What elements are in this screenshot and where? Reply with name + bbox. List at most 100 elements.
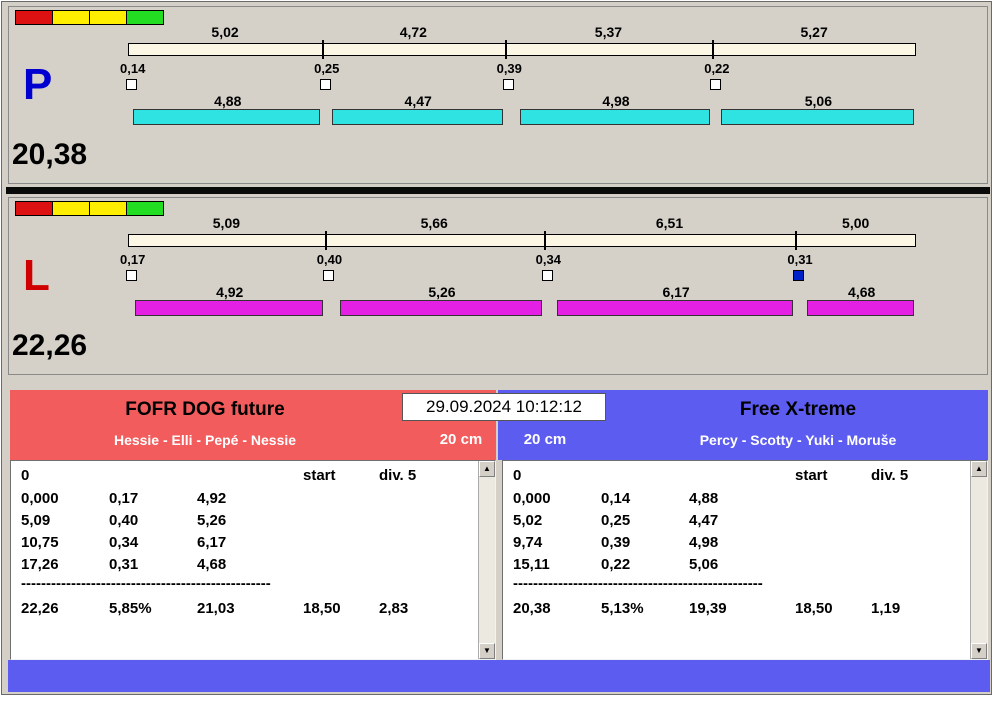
datetime-display: 29.09.2024 10:12:12 [402, 393, 606, 421]
crossover-checkbox[interactable] [320, 79, 332, 90]
bottom-strip [8, 660, 990, 692]
dog-time-bar [134, 300, 323, 316]
lane-panel-l: 5,09 5,66 6,51 5,00 0,17 0,40 0,34 0,31 4,92 5,26… [8, 197, 988, 375]
segment-time-label: 4,72 [399, 24, 427, 40]
dog-time-label: 4,98 [602, 93, 630, 109]
dog-time-bar [133, 109, 321, 125]
jump-height-badge: 20 cm [439, 431, 483, 448]
dog-time-bar [519, 109, 711, 125]
segment-time-label: 5,27 [800, 24, 828, 40]
segment-time-label: 5,66 [420, 215, 448, 231]
segment-tick [322, 40, 325, 59]
table-cell: 0,14 [601, 490, 631, 507]
scroll-up-icon[interactable]: ▲ [971, 461, 987, 477]
scroll-up-icon[interactable]: ▲ [479, 461, 495, 477]
dog-time-bar [720, 109, 914, 125]
segment-tick [324, 231, 327, 250]
table-total-cell: 5,13% [601, 600, 644, 617]
table-total-cell: 18,50 [303, 600, 341, 617]
table-cell: 4,47 [689, 512, 719, 529]
table-total-cell: 2,83 [379, 600, 409, 617]
team-dogs-line: Percy - Scotty - Yuki - Moruše [699, 432, 897, 448]
segment-time-label: 5,09 [212, 215, 241, 231]
crossover-time-label: 0,14 [120, 61, 146, 76]
table-total-cell: 18,50 [795, 600, 833, 617]
segment-tick [504, 40, 507, 59]
table-cell: 4,88 [689, 490, 719, 507]
team-name: FOFR DOG future [125, 399, 285, 420]
scroll-down-icon[interactable]: ▼ [971, 643, 987, 659]
table-cell: 5,26 [197, 512, 227, 529]
table-cell: 0,34 [109, 534, 139, 551]
table-scrollbar[interactable]: ▲ ▼ [970, 461, 987, 659]
table-cell: 5,06 [689, 556, 719, 573]
total-time-bar [128, 43, 916, 56]
segment-time-label: 5,02 [211, 24, 239, 40]
crossover-checkbox[interactable] [502, 79, 514, 90]
dog-time-bar [556, 300, 794, 316]
lane-total-time: 20,38 [12, 138, 88, 171]
dog-time-bar [331, 109, 503, 125]
table-cell: 0,25 [601, 512, 631, 529]
table-cell: 0,17 [109, 490, 139, 507]
segment-tick [795, 231, 798, 250]
table-header-start: start [795, 467, 828, 484]
table-cell: 0,40 [109, 512, 139, 529]
total-time-bar [128, 234, 916, 247]
crossover-time-label: 0,31 [787, 252, 813, 267]
segment-time-label: 5,00 [842, 215, 870, 231]
table-total-cell: 1,19 [871, 600, 901, 617]
crossover-time-label: 0,17 [120, 252, 146, 267]
crossover-checkbox[interactable] [541, 270, 553, 281]
table-cell: 0,39 [601, 534, 631, 551]
results-section: FOFR DOG future Hessie - Elli - Pepé - N… [8, 390, 990, 692]
crossover-time-label: 0,39 [496, 61, 522, 76]
table-total-cell: 20,38 [513, 600, 551, 617]
crossover-time-label: 0,40 [316, 252, 343, 267]
table-cell: 15,11 [513, 556, 550, 573]
lane-total-time: 22,26 [12, 329, 88, 362]
scroll-down-icon[interactable]: ▼ [479, 643, 495, 659]
table-cell: 4,92 [197, 490, 227, 507]
lane-letter: P [23, 60, 53, 109]
crossover-checkbox[interactable] [710, 79, 722, 90]
table-total-cell: 5,85% [109, 600, 152, 617]
table-dashes: ----------------------------------------… [513, 575, 763, 592]
table-cell: 9,74 [513, 534, 543, 551]
team-name: Free X-treme [739, 399, 857, 420]
table-header-div: div. 5 [871, 467, 909, 484]
table-cell: 4,98 [689, 534, 719, 551]
crossover-time-label: 0,22 [704, 61, 730, 76]
table-cell: 0,000 [513, 490, 551, 507]
crossover-checkbox[interactable] [322, 270, 334, 281]
table-cell: 4,68 [197, 556, 227, 573]
lane-panel-p: 5,02 4,72 5,37 5,27 0,14 0,25 0,39 0,22 4,88 4,47… [8, 6, 988, 184]
table-total-cell: 22,26 [21, 600, 59, 617]
table-total-cell: 21,03 [197, 600, 235, 617]
crossover-checkbox[interactable] [126, 270, 137, 281]
table-scrollbar[interactable]: ▲ ▼ [478, 461, 495, 659]
dog-time-label: 5,06 [804, 93, 832, 109]
lane-chart: 5,09 5,66 6,51 5,00 0,17 0,40 0,34 0,31 4,92 5,26… [9, 198, 987, 374]
table-header-zero: 0 [513, 467, 522, 484]
dog-time-label: 4,92 [216, 284, 244, 300]
crossover-checkbox[interactable] [126, 79, 137, 90]
table-header-zero: 0 [21, 467, 30, 484]
dog-time-label: 4,88 [214, 93, 242, 109]
crossover-checkbox[interactable] [793, 270, 805, 281]
table-cell: 5,02 [513, 512, 543, 529]
jump-height-badge: 20 cm [523, 431, 567, 448]
table-cell: 0,000 [21, 490, 59, 507]
table-dashes: ----------------------------------------… [21, 575, 271, 592]
dog-time-bar [340, 300, 542, 316]
segment-time-label: 6,51 [655, 215, 684, 231]
results-table-left: ▲ ▼ 0 start div. 5 0,000 0,17 4,92 5,09 0,40 5,2… [10, 460, 496, 660]
segment-tick [712, 40, 715, 59]
team-dogs-line: Hessie - Elli - Pepé - Nessie [113, 432, 297, 448]
dog-time-bar [807, 300, 914, 316]
table-cell: 5,09 [21, 512, 51, 529]
results-table-right: ▲ ▼ 0 start div. 5 0,000 0,14 4,88 5,02 0,25 4,4… [502, 460, 988, 660]
table-header-start: start [303, 467, 336, 484]
table-cell: 0,31 [109, 556, 139, 573]
lane-letter: L [23, 251, 50, 300]
